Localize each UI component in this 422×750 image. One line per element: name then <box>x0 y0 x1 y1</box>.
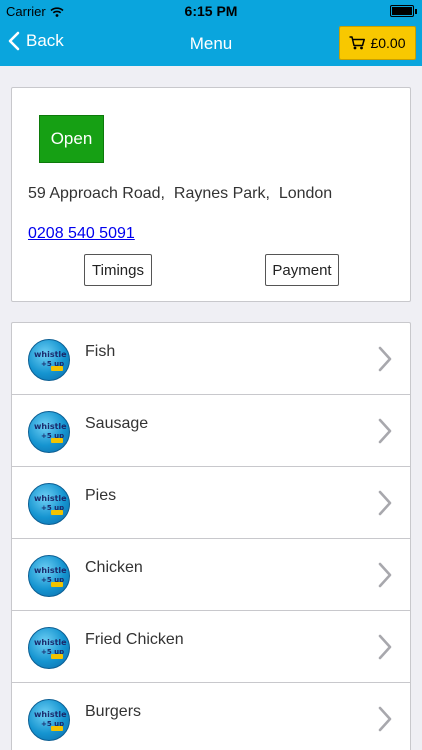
chevron-right-icon <box>378 346 392 372</box>
timings-button[interactable]: Timings <box>84 254 152 286</box>
shop-address: 59 Approach Road, Raynes Park, London <box>28 185 333 202</box>
chevron-right-icon <box>378 418 392 444</box>
chevron-right-icon <box>378 634 392 660</box>
phone-link[interactable]: 0208 540 5091 <box>28 225 135 243</box>
list-item[interactable]: whistle +5 up Chicken <box>12 539 410 611</box>
menu-category-list: whistle +5 up Fish whistle +5 up Sausage w… <box>11 322 411 750</box>
cart-total: £0.00 <box>370 35 406 51</box>
status-bar: Carrier 6:15 PM <box>0 0 422 22</box>
list-item-label: Pies <box>85 487 117 504</box>
list-item[interactable]: whistle +5 up Fish <box>12 323 410 395</box>
list-item-label: Fried Chicken <box>85 631 184 648</box>
whistle-logo-icon: whistle +5 up <box>28 555 70 597</box>
cart-button[interactable]: £0.00 <box>339 26 416 60</box>
shop-info-card: Open 59 Approach Road, Raynes Park, Lond… <box>11 87 411 302</box>
chevron-right-icon <box>378 490 392 516</box>
payment-button[interactable]: Payment <box>265 254 339 286</box>
chevron-right-icon <box>378 562 392 588</box>
shopping-cart-icon <box>349 36 366 50</box>
whistle-logo-icon: whistle +5 up <box>28 699 70 741</box>
whistle-logo-icon: whistle +5 up <box>28 411 70 453</box>
chevron-right-icon <box>378 706 392 732</box>
list-item[interactable]: whistle +5 up Pies <box>12 467 410 539</box>
open-status-badge: Open <box>39 115 104 163</box>
list-item-label: Chicken <box>85 559 143 576</box>
list-item-label: Sausage <box>85 415 149 432</box>
whistle-logo-icon: whistle +5 up <box>28 627 70 669</box>
battery-icon <box>390 5 417 17</box>
whistle-logo-icon: whistle +5 up <box>28 483 70 525</box>
list-item[interactable]: whistle +5 up Burgers <box>12 683 410 750</box>
list-item-label: Burgers <box>85 703 142 720</box>
list-item[interactable]: whistle +5 up Fried Chicken <box>12 611 410 683</box>
list-item-label: Fish <box>85 343 116 360</box>
status-time: 6:15 PM <box>184 3 238 19</box>
navigation-bar: Back Menu £0.00 <box>0 22 422 66</box>
whistle-logo-icon: whistle +5 up <box>28 339 70 381</box>
list-item[interactable]: whistle +5 up Sausage <box>12 395 410 467</box>
